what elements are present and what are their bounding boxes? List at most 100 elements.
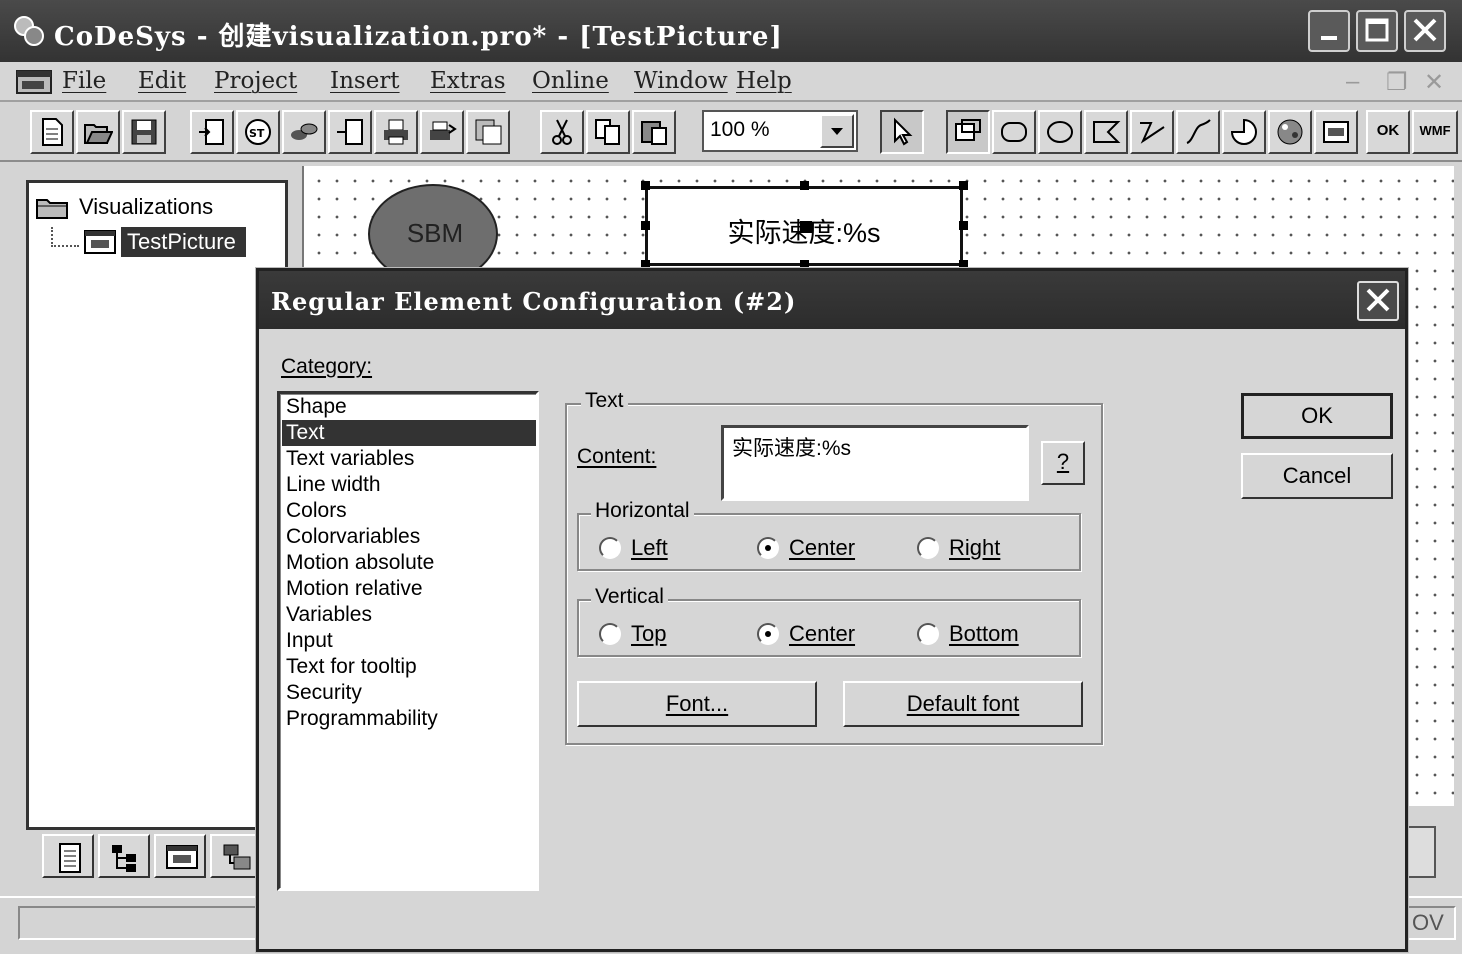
print-button[interactable] [374,110,418,154]
tab-pous[interactable] [42,834,94,878]
category-item-variables[interactable]: Variables [282,602,536,628]
printer-icon [384,119,408,145]
menu-window[interactable]: Window [634,68,728,94]
polygon-tool-button[interactable] [1084,110,1128,154]
maximize-button[interactable] [1356,10,1398,52]
resize-handle-nw[interactable] [641,181,650,190]
menu-edit[interactable]: Edit [138,68,186,94]
wmf-tool-button[interactable]: WMF [1412,110,1458,154]
category-item-colorvariables[interactable]: Colorvariables [282,524,536,550]
dialog-titlebar[interactable]: Regular Element Configuration (#2) [259,271,1405,329]
paste-icon [641,121,667,145]
resize-handle-ne[interactable] [959,181,968,190]
category-item-text[interactable]: Text [282,420,536,446]
print-preview-button[interactable] [420,110,464,154]
dialog-close-button[interactable] [1357,281,1399,321]
horizontal-right-radio[interactable]: Right [917,535,1000,561]
pie-tool-button[interactable] [1222,110,1266,154]
ok-button[interactable]: OK [1241,393,1393,439]
document-window-icon[interactable] [16,70,52,94]
content-textarea[interactable]: 实际速度:%s [721,425,1029,501]
link-button[interactable] [282,110,326,154]
bitmap-tool-button[interactable] [1268,110,1312,154]
new-file-button[interactable] [30,110,74,154]
menu-help[interactable]: Help [736,68,792,94]
horizontal-center-radio[interactable]: Center [757,535,855,561]
mdi-close-icon[interactable]: ✕ [1424,68,1444,97]
link-icon [291,123,318,140]
close-window-button[interactable] [1404,10,1446,52]
resize-handle-w[interactable] [641,221,650,230]
window-titlebar[interactable]: CoDeSys - 创建visualization.pro* - [TestPi… [0,0,1462,62]
save-button[interactable] [122,110,166,154]
text-help-button[interactable]: ? [1041,441,1085,485]
menu-insert[interactable]: Insert [330,68,400,94]
curve-tool-button[interactable] [1176,110,1220,154]
resources-button[interactable] [466,110,510,154]
button-tool-button[interactable]: OK [1366,110,1410,154]
zoom-value: 100 % [710,118,770,141]
scroll-area[interactable] [1404,826,1436,878]
category-item-line-width[interactable]: Line width [282,472,536,498]
sbm-ellipse-label: SBM [406,218,464,248]
category-item-text-variables[interactable]: Text variables [282,446,536,472]
insert-object-icon [337,119,363,145]
tree-node-testpicture[interactable]: TestPicture [83,225,246,259]
resize-handle-e[interactable] [959,221,968,230]
codesys-app-icon[interactable] [12,14,46,48]
mdi-restore-icon[interactable]: ❐ [1386,68,1408,97]
window-title: CoDeSys - 创建visualization.pro* - [TestPi… [54,22,783,52]
tab-data-types[interactable] [98,834,150,878]
paste-button[interactable] [632,110,676,154]
default-font-button[interactable]: Default font [843,681,1083,727]
st-icon: ST [245,119,271,145]
zoom-select[interactable]: 100 % [702,110,858,152]
insert-object-button[interactable] [328,110,372,154]
horizontal-group-label: Horizontal [591,499,694,523]
radio-label: Bottom [949,621,1019,646]
category-item-shape[interactable]: Shape [282,394,536,420]
category-item-security[interactable]: Security [282,680,536,706]
vertical-center-radio[interactable]: Center [757,621,855,647]
category-item-motion-absolute[interactable]: Motion absolute [282,550,536,576]
vertical-bottom-radio[interactable]: Bottom [917,621,1019,647]
category-item-colors[interactable]: Colors [282,498,536,524]
tab-visualizations[interactable] [154,834,206,878]
menu-file[interactable]: File [62,68,106,94]
rounded-rect-tool-button[interactable] [992,110,1036,154]
rectangle-tool-button[interactable] [946,110,990,154]
document-icon [59,843,81,873]
font-button[interactable]: Font... [577,681,817,727]
cancel-button[interactable]: Cancel [1241,453,1393,499]
select-tool-button[interactable] [880,110,924,154]
ellipse-tool-button[interactable] [1038,110,1082,154]
resize-handle-n[interactable] [800,181,809,190]
move-handle-center[interactable] [800,221,812,233]
category-item-input[interactable]: Input [282,628,536,654]
st-button[interactable]: ST [236,110,280,154]
visualization-tool-button[interactable] [1314,110,1358,154]
text-groupbox: Text Content: 实际速度:%s ? Horizontal Left … [565,389,1103,745]
horizontal-left-radio[interactable]: Left [599,535,668,561]
tree-node-visualizations[interactable]: Visualizations [35,191,213,223]
category-listbox[interactable]: Shape Text Text variables Line width Col… [277,391,539,891]
vertical-top-radio[interactable]: Top [599,621,666,647]
menu-extras[interactable]: Extras [430,68,506,94]
mdi-minimize-icon[interactable]: – [1346,68,1359,96]
radio-label: Center [789,621,856,646]
copy-button[interactable] [586,110,630,154]
tab-resources[interactable] [210,834,262,878]
cut-button[interactable] [540,110,584,154]
menu-project[interactable]: Project [214,68,297,94]
folder-icon [36,199,68,219]
polyline-tool-button[interactable] [1130,110,1174,154]
menu-online[interactable]: Online [532,68,609,94]
open-file-button[interactable] [76,110,120,154]
bitmap-icon [1277,119,1303,145]
category-item-motion-relative[interactable]: Motion relative [282,576,536,602]
minimize-button[interactable] [1308,10,1350,52]
import-button[interactable] [190,110,234,154]
category-item-text-for-tooltip[interactable]: Text for tooltip [282,654,536,680]
zoom-dropdown-button[interactable] [820,114,854,148]
category-item-programmability[interactable]: Programmability [282,706,536,732]
